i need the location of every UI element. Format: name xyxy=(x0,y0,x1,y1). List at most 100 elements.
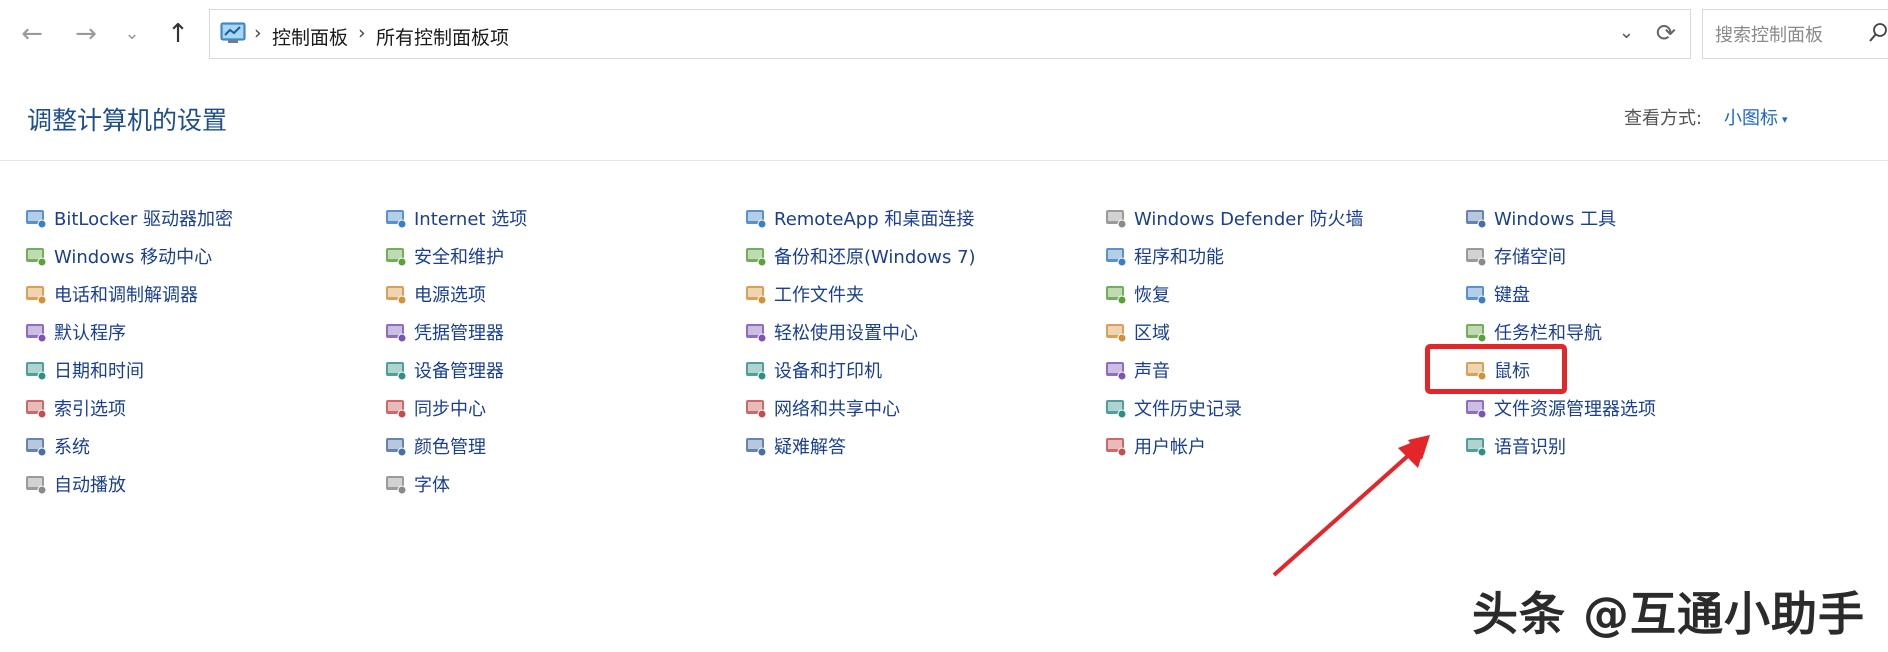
control-panel-item[interactable]: 索引选项 xyxy=(24,393,126,423)
control-panel-item[interactable]: 声音 xyxy=(1104,355,1170,385)
control-panel-item[interactable]: 恢复 xyxy=(1104,279,1170,309)
control-panel-item-label[interactable]: RemoteApp 和桌面连接 xyxy=(774,205,974,231)
address-bar[interactable]: › 控制面板 › 所有控制面板项 ⌄ ⟳ xyxy=(209,9,1691,59)
control-panel-item[interactable]: 设备管理器 xyxy=(384,355,504,385)
control-panel-item-label[interactable]: 设备和打印机 xyxy=(774,357,882,383)
control-panel-item[interactable]: 键盘 xyxy=(1464,279,1530,309)
control-panel-item-label[interactable]: 颜色管理 xyxy=(414,433,486,459)
control-panel-item[interactable]: 文件历史记录 xyxy=(1104,393,1242,423)
control-panel-item[interactable]: BitLocker 驱动器加密 xyxy=(24,203,233,233)
control-panel-item[interactable]: 语音识别 xyxy=(1464,431,1566,461)
control-panel-item-label[interactable]: 键盘 xyxy=(1494,281,1530,307)
control-panel-item-label[interactable]: 设备管理器 xyxy=(414,357,504,383)
control-panel-item[interactable]: 自动播放 xyxy=(24,469,126,499)
up-arrow-icon[interactable]: ↑ xyxy=(162,18,194,50)
view-by-value[interactable]: 小图标 xyxy=(1724,108,1778,129)
control-panel-item-label[interactable]: 日期和时间 xyxy=(54,357,144,383)
security-flag-icon xyxy=(384,244,408,268)
control-panel-item-label[interactable]: 程序和功能 xyxy=(1134,243,1224,269)
control-panel-item-label[interactable]: 存储空间 xyxy=(1494,243,1566,269)
control-panel-item[interactable]: Windows 工具 xyxy=(1464,203,1616,233)
phone-modem-icon xyxy=(24,282,48,306)
control-panel-item[interactable]: 设备和打印机 xyxy=(744,355,882,385)
control-panel-item[interactable]: 默认程序 xyxy=(24,317,126,347)
control-panel-item[interactable]: 安全和维护 xyxy=(384,241,504,271)
page-title: 调整计算机的设置 xyxy=(27,106,228,135)
control-panel-item[interactable]: 疑难解答 xyxy=(744,431,846,461)
control-panel-item-label[interactable]: 字体 xyxy=(414,471,450,497)
control-panel-item[interactable]: 轻松使用设置中心 xyxy=(744,317,918,347)
control-panel-item[interactable]: 凭据管理器 xyxy=(384,317,504,347)
control-panel-item-label[interactable]: 安全和维护 xyxy=(414,243,504,269)
control-panel-item-label[interactable]: 任务栏和导航 xyxy=(1494,319,1602,345)
control-panel-item[interactable]: 用户帐户 xyxy=(1104,431,1206,461)
control-panel-item[interactable]: 同步中心 xyxy=(384,393,486,423)
control-panel-item-label[interactable]: 系统 xyxy=(54,433,90,459)
control-panel-item[interactable]: 备份和还原(Windows 7) xyxy=(744,241,976,271)
control-panel-item-label[interactable]: Internet 选项 xyxy=(414,205,527,231)
search-box[interactable] xyxy=(1702,9,1888,59)
refresh-icon[interactable]: ⟳ xyxy=(1656,19,1676,47)
control-panel-item-label[interactable]: 备份和还原(Windows 7) xyxy=(774,243,976,269)
control-panel-item[interactable]: 程序和功能 xyxy=(1104,241,1224,271)
troubleshoot-icon xyxy=(744,434,768,458)
taskbar-icon xyxy=(1464,320,1488,344)
control-panel-item-label[interactable]: 区域 xyxy=(1134,319,1170,345)
control-panel-item[interactable]: 区域 xyxy=(1104,317,1170,347)
address-dropdown-icon[interactable]: ⌄ xyxy=(1619,22,1634,43)
internet-options-icon xyxy=(384,206,408,230)
control-panel-item[interactable]: 文件资源管理器选项 xyxy=(1464,393,1656,423)
control-panel-item-label[interactable]: 网络和共享中心 xyxy=(774,395,900,421)
control-panel-item[interactable]: 网络和共享中心 xyxy=(744,393,900,423)
control-panel-item-label[interactable]: 文件资源管理器选项 xyxy=(1494,395,1656,421)
control-panel-item[interactable]: Windows 移动中心 xyxy=(24,241,212,271)
search-icon[interactable] xyxy=(1867,22,1888,44)
control-panel-item-label[interactable]: 自动播放 xyxy=(54,471,126,497)
sync-icon xyxy=(384,396,408,420)
control-panel-item[interactable]: Windows Defender 防火墙 xyxy=(1104,203,1363,233)
mobility-center-icon xyxy=(24,244,48,268)
control-panel-item-label[interactable]: 电话和调制解调器 xyxy=(54,281,198,307)
date-time-icon xyxy=(24,358,48,382)
control-panel-item-label[interactable]: 疑难解答 xyxy=(774,433,846,459)
control-panel-item[interactable]: 系统 xyxy=(24,431,90,461)
control-panel-item[interactable]: 任务栏和导航 xyxy=(1464,317,1602,347)
control-panel-item[interactable]: Internet 选项 xyxy=(384,203,527,233)
speech-icon xyxy=(1464,434,1488,458)
breadcrumb-chevron-icon: › xyxy=(254,22,262,44)
programs-icon xyxy=(1104,244,1128,268)
control-panel-item[interactable]: 颜色管理 xyxy=(384,431,486,461)
control-panel-item-label[interactable]: 电源选项 xyxy=(414,281,486,307)
control-panel-item-label[interactable]: 工作文件夹 xyxy=(774,281,864,307)
control-panel-item-label[interactable]: 凭据管理器 xyxy=(414,319,504,345)
forward-arrow-icon[interactable]: → xyxy=(70,18,102,50)
control-panel-item-label[interactable]: 语音识别 xyxy=(1494,433,1566,459)
view-by-dropdown[interactable]: 小图标 ▾ xyxy=(1724,104,1788,130)
breadcrumb-control-panel[interactable]: 控制面板 xyxy=(272,23,348,50)
control-panel-item-label[interactable]: Windows 移动中心 xyxy=(54,243,212,269)
control-panel-item-label[interactable]: 轻松使用设置中心 xyxy=(774,319,918,345)
control-panel-item[interactable]: 电源选项 xyxy=(384,279,486,309)
back-arrow-icon[interactable]: ← xyxy=(16,18,48,50)
control-panel-item[interactable]: 字体 xyxy=(384,469,450,499)
control-panel-item[interactable]: 电话和调制解调器 xyxy=(24,279,198,309)
search-input[interactable] xyxy=(1713,22,1867,48)
control-panel-item-label[interactable]: 声音 xyxy=(1134,357,1170,383)
control-panel-item-label[interactable]: BitLocker 驱动器加密 xyxy=(54,205,233,231)
power-icon xyxy=(384,282,408,306)
control-panel-item-label[interactable]: 文件历史记录 xyxy=(1134,395,1242,421)
control-panel-item-label[interactable]: 默认程序 xyxy=(54,319,126,345)
control-panel-item-label[interactable]: 用户帐户 xyxy=(1134,433,1206,459)
control-panel-item[interactable]: 日期和时间 xyxy=(24,355,144,385)
credential-icon xyxy=(384,320,408,344)
control-panel-item-label[interactable]: Windows Defender 防火墙 xyxy=(1134,205,1363,231)
control-panel-item[interactable]: 存储空间 xyxy=(1464,241,1566,271)
control-panel-item-label[interactable]: Windows 工具 xyxy=(1494,205,1616,231)
control-panel-item[interactable]: RemoteApp 和桌面连接 xyxy=(744,203,974,233)
control-panel-item-label[interactable]: 恢复 xyxy=(1134,281,1170,307)
recent-locations-chevron-icon[interactable]: ⌄ xyxy=(116,18,148,50)
control-panel-item-label[interactable]: 同步中心 xyxy=(414,395,486,421)
breadcrumb-all-items[interactable]: 所有控制面板项 xyxy=(376,23,509,50)
control-panel-item-label[interactable]: 索引选项 xyxy=(54,395,126,421)
control-panel-item[interactable]: 工作文件夹 xyxy=(744,279,864,309)
